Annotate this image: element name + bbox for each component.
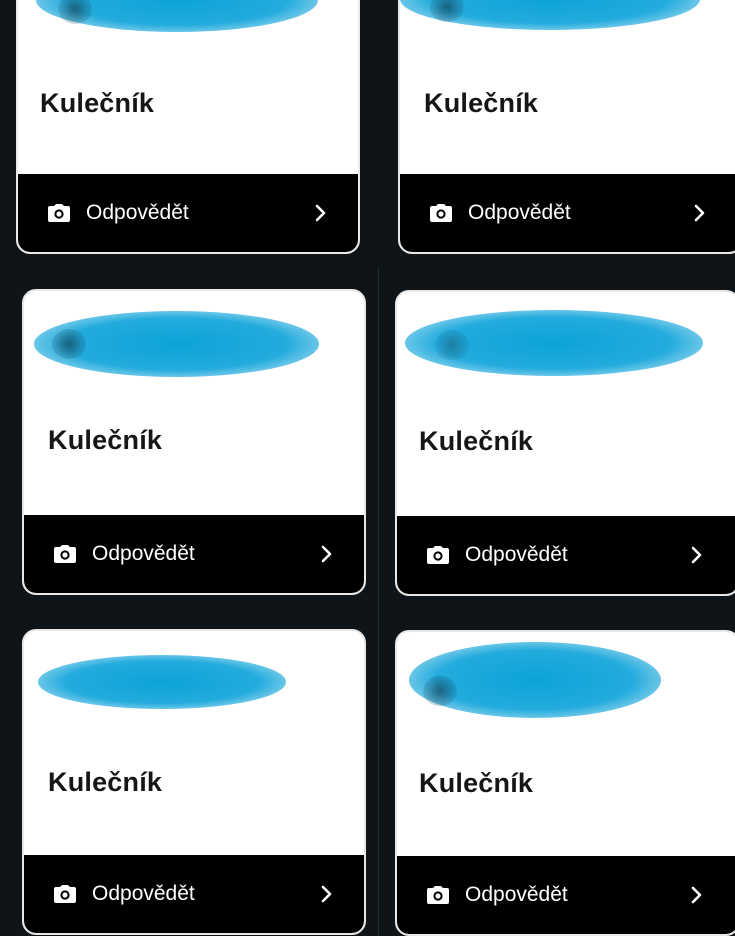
redacted-username (400, 0, 700, 30)
story-title: Kulečník (419, 426, 534, 456)
story-card-2[interactable]: Kulečník Odpovědět (398, 0, 735, 254)
redacted-username (36, 0, 318, 32)
story-card-5[interactable]: Kulečník Odpovědět (22, 629, 366, 935)
chevron-right-icon (318, 545, 336, 563)
chevron-right-icon (688, 886, 706, 904)
camera-icon (46, 202, 72, 224)
camera-icon (52, 543, 78, 565)
reply-button[interactable]: Odpovědět (18, 174, 358, 252)
camera-icon (428, 202, 454, 224)
redacted-username (34, 311, 319, 377)
chevron-right-icon (688, 546, 706, 564)
reply-label: Odpovědět (465, 543, 568, 566)
chevron-right-icon (691, 204, 709, 222)
reply-label: Odpovědět (92, 882, 195, 905)
story-title: Kulečník (40, 88, 155, 118)
story-replies-grid: Kulečník Odpovědět Kulečník Odpovědět Ku… (0, 0, 735, 936)
camera-icon (425, 884, 451, 906)
chevron-right-icon (312, 204, 330, 222)
reply-label: Odpovědět (468, 201, 571, 224)
reply-label: Odpovědět (92, 542, 195, 565)
column-divider (378, 268, 379, 936)
reply-button[interactable]: Odpovědět (400, 174, 735, 252)
redacted-username (38, 655, 286, 709)
story-title: Kulečník (424, 88, 539, 118)
story-card-3[interactable]: Kulečník Odpovědět (22, 289, 366, 595)
chevron-right-icon (318, 885, 336, 903)
story-card-1[interactable]: Kulečník Odpovědět (16, 0, 360, 254)
camera-icon (52, 883, 78, 905)
reply-label: Odpovědět (86, 201, 189, 224)
story-card-4[interactable]: Kulečník Odpovědět (395, 290, 735, 596)
reply-button[interactable]: Odpovědět (397, 516, 735, 594)
camera-icon (425, 544, 451, 566)
redacted-username (409, 642, 661, 718)
redacted-username (405, 310, 703, 376)
story-card-6[interactable]: Kulečník Odpovědět (395, 630, 735, 936)
reply-button[interactable]: Odpovědět (24, 855, 364, 933)
reply-button[interactable]: Odpovědět (24, 515, 364, 593)
reply-label: Odpovědět (465, 883, 568, 906)
reply-button[interactable]: Odpovědět (397, 856, 735, 934)
story-title: Kulečník (48, 767, 163, 797)
story-title: Kulečník (48, 425, 163, 455)
story-title: Kulečník (419, 768, 534, 798)
